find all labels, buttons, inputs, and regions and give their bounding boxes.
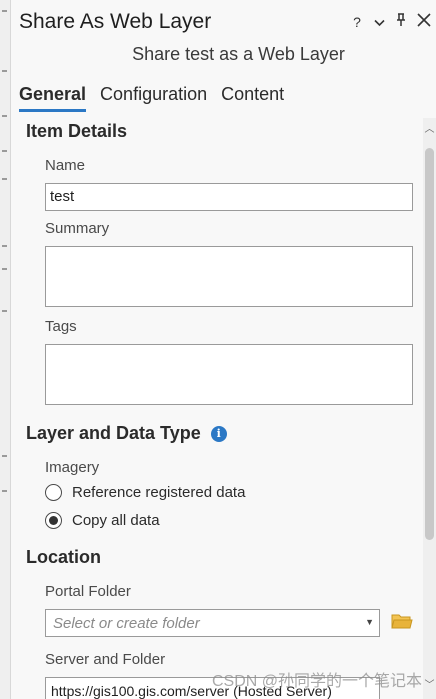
vertical-scrollbar[interactable]: ︿ ﹀ (423, 118, 436, 699)
pin-icon[interactable] (390, 12, 412, 32)
name-label: Name (45, 157, 86, 174)
left-edge-strip (0, 0, 11, 699)
item-details-heading: Item Details (26, 121, 128, 141)
radio-copy-all-data[interactable]: Copy all data (45, 512, 160, 529)
radio-reference-registered-data[interactable]: Reference registered data (45, 484, 245, 501)
scrollbar-thumb[interactable] (425, 148, 434, 540)
tags-input[interactable] (45, 344, 413, 405)
share-web-layer-pane: Share As Web Layer ? Share test as a Web… (11, 0, 436, 699)
name-input[interactable]: test (45, 183, 413, 211)
strip-mark (2, 70, 7, 72)
radio-label: Reference registered data (72, 484, 246, 501)
portal-folder-placeholder: Select or create folder (53, 615, 200, 632)
imagery-label: Imagery (45, 459, 100, 476)
watermark-text: CSDN @孙同学的一个笔记本 (211, 673, 422, 690)
strip-mark (2, 245, 7, 247)
portal-folder-dropdown[interactable]: Select or create folder ▼ (45, 609, 380, 637)
pane-title: Share As Web Layer (19, 10, 212, 33)
pane-subtitle: Share test as a Web Layer (132, 44, 345, 64)
strip-mark (2, 310, 7, 312)
strip-mark (2, 10, 7, 12)
titlebar-controls: ? (346, 12, 436, 32)
scroll-down-arrow-icon[interactable]: ﹀ (424, 676, 435, 691)
layer-data-type-section: Layer and Data Type i (26, 423, 227, 444)
location-heading: Location (26, 547, 101, 567)
close-icon[interactable] (412, 12, 436, 32)
strip-mark (2, 178, 7, 180)
radio-label: Copy all data (72, 512, 160, 529)
server-folder-label: Server and Folder (45, 651, 166, 668)
tab-configuration[interactable]: Configuration (100, 84, 207, 112)
strip-mark (2, 490, 7, 492)
help-icon[interactable]: ? (346, 12, 368, 32)
browse-folder-icon[interactable] (391, 612, 413, 635)
strip-mark (2, 268, 7, 270)
tab-strip: General Configuration Content (19, 84, 298, 112)
tags-label: Tags (45, 318, 77, 335)
tab-content[interactable]: Content (221, 84, 284, 112)
layer-data-type-heading: Layer and Data Type (26, 423, 201, 443)
info-icon[interactable]: i (210, 426, 227, 442)
strip-mark (2, 115, 7, 117)
strip-mark (2, 150, 7, 152)
radio-button[interactable] (45, 484, 62, 501)
general-tab-content: Item Details Name test Summary Tags Laye… (11, 118, 423, 699)
scroll-up-arrow-icon[interactable]: ︿ (424, 120, 435, 135)
strip-mark (2, 455, 7, 457)
radio-button-selected[interactable] (45, 512, 62, 529)
tab-general[interactable]: General (19, 84, 87, 112)
summary-label: Summary (45, 220, 110, 237)
dropdown-caret-icon[interactable]: ▼ (365, 617, 374, 627)
options-menu-icon[interactable] (368, 12, 390, 32)
pane-titlebar: Share As Web Layer ? (11, 0, 436, 44)
portal-folder-label: Portal Folder (45, 583, 131, 600)
summary-textarea[interactable] (45, 246, 413, 307)
